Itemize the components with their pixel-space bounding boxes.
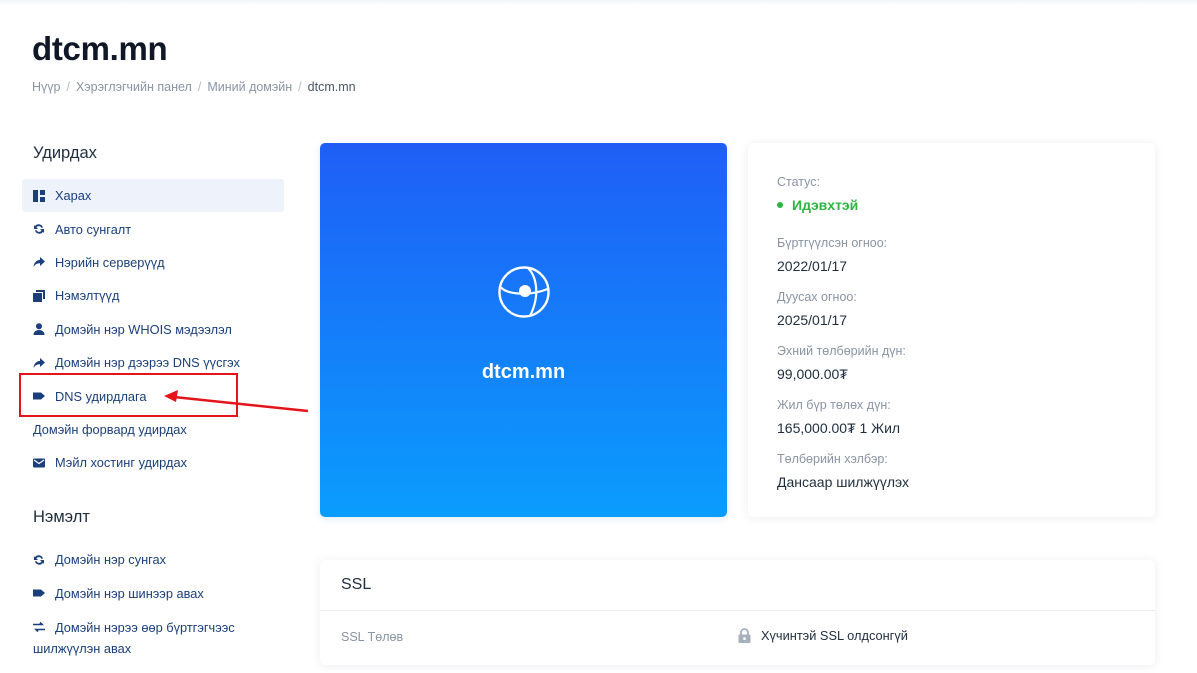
transfer-icon — [33, 621, 45, 633]
breadcrumb: Нүүр / Хэрэглэгчийн панел / Миний домэйн… — [32, 80, 356, 94]
sidebar-item-label: Домэйн нэрээ өөр бүртгэгчээс шилжүүлэн а… — [33, 619, 235, 656]
ssl-card: SSL SSL Төлөв Хүчинтэй SSL олдсонгүй — [320, 560, 1155, 665]
first-payment-value: 99,000.00₮ — [777, 366, 848, 382]
breadcrumb-client-panel[interactable]: Хэрэглэгчийн панел — [76, 80, 192, 94]
annotation-arrow-icon — [164, 390, 309, 413]
ssl-divider — [320, 610, 1155, 611]
user-icon — [33, 323, 45, 336]
sidebar-item-label: Домэйн форвард удирдах — [33, 421, 187, 437]
topbar-shadow — [0, 0, 1197, 6]
lock-icon — [738, 628, 751, 643]
sidebar-heading-manage: Удирдах — [33, 144, 97, 162]
sidebar-item-label: Домэйн нэр шинээр авах — [55, 585, 204, 601]
share-arrow-icon — [33, 357, 45, 369]
refresh-icon — [33, 554, 45, 566]
sidebar-item-addons[interactable]: Нэмэлтүүд — [22, 279, 284, 312]
sidebar-item-label: Харах — [55, 188, 92, 204]
tag-icon — [33, 587, 45, 599]
sidebar-item-label: Домэйн нэр дээрээ DNS үүсгэх — [55, 355, 240, 371]
sidebar-item-label: Мэйл хостинг удирдах — [55, 455, 187, 471]
info-status: Статус: Идэвхтэй — [777, 175, 858, 213]
addons-icon — [33, 289, 45, 302]
sidebar-item-label: Домэйн нэр WHOIS мэдээлэл — [55, 321, 232, 337]
breadcrumb-my-domains[interactable]: Миний домэйн — [207, 80, 292, 94]
ssl-title: SSL — [341, 576, 372, 593]
sidebar-item-nameservers[interactable]: Нэрийн серверүүд — [22, 246, 284, 279]
sidebar-item-label: Домэйн нэр сунгах — [55, 552, 167, 568]
breadcrumb-current: dtcm.mn — [307, 80, 356, 94]
annual-payment-label: Жил бүр төлөх дүн: — [777, 398, 891, 412]
globe-icon — [498, 266, 550, 318]
domain-hero-card: dtcm.mn — [320, 143, 727, 517]
sidebar-item-label: Нэмэлтүүд — [55, 288, 120, 304]
sidebar-item-whois[interactable]: Домэйн нэр WHOIS мэдээлэл — [22, 313, 284, 346]
sidebar-manage-list: Харах Авто сунгалт Нэрийн серверүүд Нэмэ… — [22, 179, 284, 480]
sidebar-item-register-domain[interactable]: Домэйн нэр шинээр авах — [22, 576, 284, 609]
info-registered: Бүртгүүлсэн огноо: 2022/01/17 — [777, 236, 887, 274]
payment-method-value: Дансаар шилжүүлэх — [777, 474, 909, 490]
registered-label: Бүртгүүлсэн огноо: — [777, 236, 888, 250]
breadcrumb-separator: / — [298, 80, 302, 94]
sidebar-item-renew-domain[interactable]: Домэйн нэр сунгах — [22, 543, 284, 576]
hero-domain-name: dtcm.mn — [481, 361, 566, 383]
sidebar-item-label: Авто сунгалт — [55, 221, 132, 237]
info-expires: Дуусах огноо: 2025/01/17 — [777, 290, 857, 328]
sidebar-heading-extra: Нэмэлт — [33, 508, 90, 526]
ssl-status-value: Хүчинтэй SSL олдсонгүй — [738, 628, 908, 643]
sidebar-item-label: Нэрийн серверүүд — [55, 254, 165, 270]
first-payment-label: Эхний төлбөрийн дүн: — [777, 344, 906, 358]
breadcrumb-separator: / — [66, 80, 70, 94]
status-badge: Идэвхтэй — [777, 197, 858, 213]
share-arrow-icon — [33, 256, 45, 268]
dashboard-icon — [33, 189, 45, 202]
ssl-status-label: SSL Төлөв — [341, 630, 404, 644]
sidebar-item-mail-hosting[interactable]: Мэйл хостинг удирдах — [22, 446, 284, 479]
refresh-icon — [33, 223, 45, 235]
info-annual-payment: Жил бүр төлөх дүн: 165,000.00₮ 1 Жил — [777, 398, 900, 436]
sidebar-item-auto-renew[interactable]: Авто сунгалт — [22, 212, 284, 245]
breadcrumb-separator: / — [197, 80, 202, 94]
registered-value: 2022/01/17 — [777, 258, 848, 274]
sidebar-item-transfer-domain[interactable]: Домэйн нэрээ өөр бүртгэгчээс шилжүүлэн а… — [22, 610, 252, 659]
domain-info-card: Статус: Идэвхтэй Бүртгүүлсэн огноо: 2022… — [748, 143, 1155, 517]
payment-method-label: Төлбөрийн хэлбэр: — [777, 452, 888, 466]
expires-value: 2025/01/17 — [777, 312, 848, 328]
annual-payment-value: 165,000.00₮ 1 Жил — [777, 420, 901, 436]
mail-icon — [33, 457, 45, 469]
info-first-payment: Эхний төлбөрийн дүн: 99,000.00₮ — [777, 344, 906, 382]
breadcrumb-home[interactable]: Нүүр — [32, 80, 60, 94]
expires-label: Дуусах огноо: — [777, 290, 857, 304]
info-payment-method: Төлбөрийн хэлбэр: Дансаар шилжүүлэх — [777, 452, 909, 490]
status-label: Статус: — [777, 175, 820, 189]
sidebar-item-domain-forward[interactable]: Домэйн форвард удирдах — [22, 413, 284, 446]
page-title: dtcm.mn — [32, 30, 168, 67]
status-dot-icon — [777, 202, 783, 208]
sidebar-extra-list: Домэйн нэр сунгах Домэйн нэр шинээр авах… — [22, 543, 284, 659]
sidebar-item-view[interactable]: Харах — [22, 179, 284, 213]
